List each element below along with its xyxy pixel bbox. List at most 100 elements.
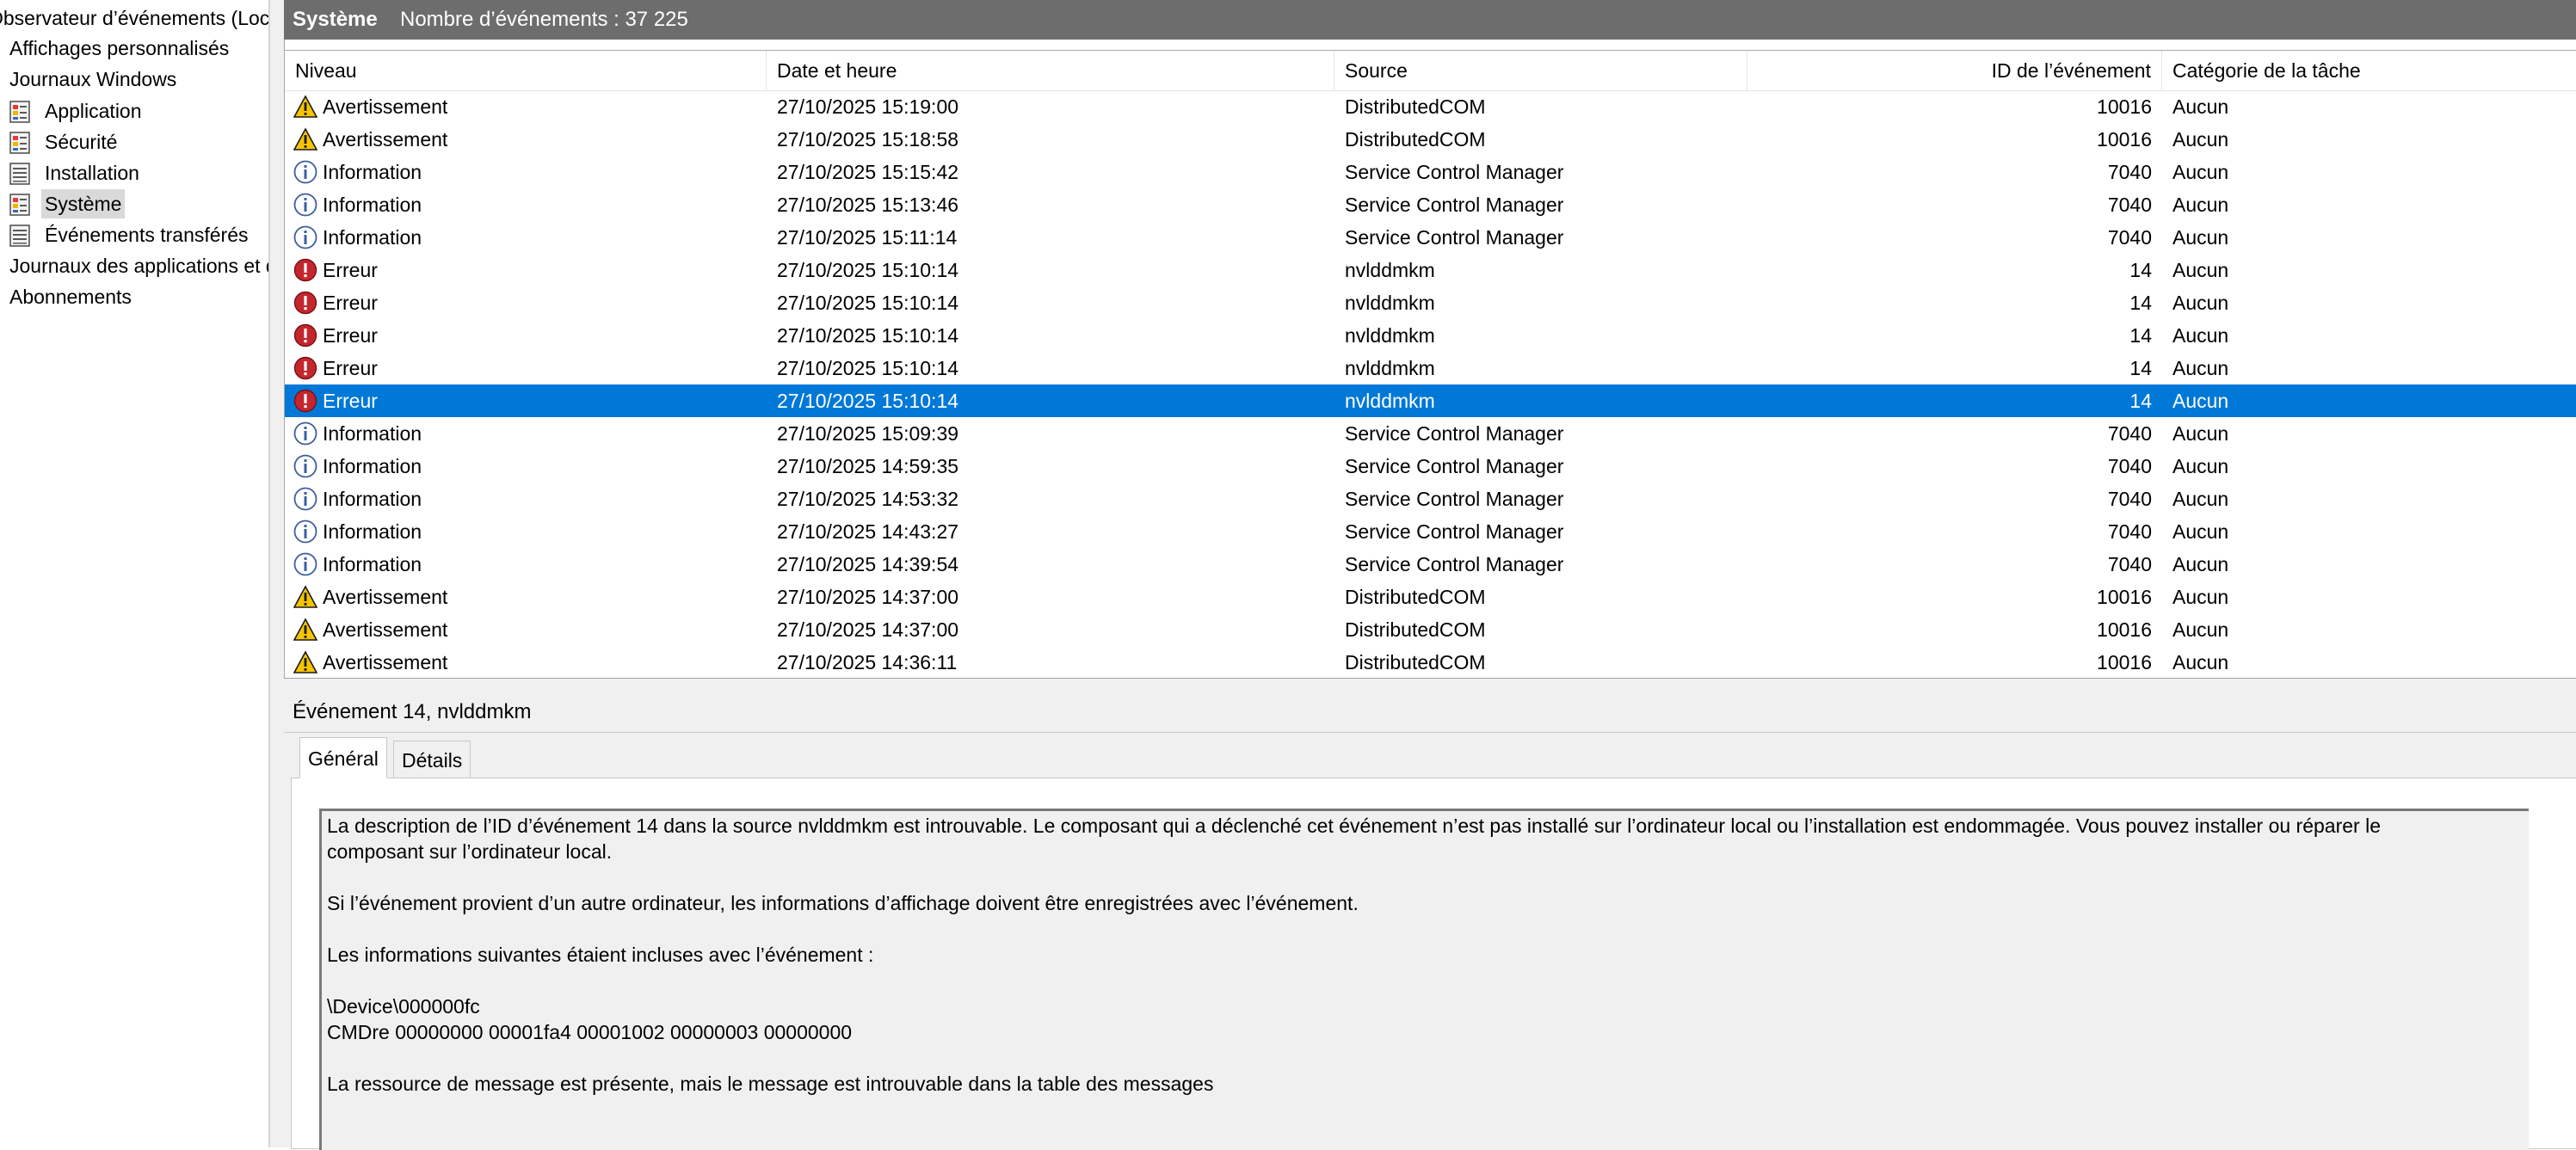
warning-icon (293, 618, 318, 642)
cell-event-id: 14 (2129, 357, 2152, 379)
table-row-selected[interactable]: Erreur 27/10/2025 15:10:14 nvlddmkm 14 Aucun (285, 384, 2576, 417)
tree-item-system[interactable]: Système (9, 189, 267, 218)
error-icon (293, 389, 317, 413)
info-icon (293, 225, 317, 249)
cell-source: Service Control Manager (1345, 520, 1564, 543)
table-row[interactable]: Avertissement 27/10/2025 14:37:00 Distribu… (285, 581, 2576, 613)
cell-date: 27/10/2025 14:36:11 (777, 651, 958, 673)
table-row[interactable]: Information 27/10/2025 14:59:35 Service Co… (285, 450, 2576, 483)
tree-item-forwarded-events[interactable]: Événements transférés (9, 220, 267, 249)
tree-item-application[interactable]: Application (9, 96, 267, 126)
info-icon (293, 193, 317, 217)
cell-event-id: 10016 (2097, 651, 2152, 673)
cell-level: Avertissement (323, 128, 448, 151)
column-header-event-id[interactable]: ID de l’événement (1747, 51, 2162, 90)
description-line: La ressource de message est présente, ma… (327, 1073, 1214, 1095)
cell-source: nvlddmkm (1345, 390, 1435, 412)
navigation-tree: Observateur d’événements (Local) Afficha… (0, 0, 269, 1147)
table-row[interactable]: Information 27/10/2025 14:39:54 Service Co… (285, 548, 2576, 581)
cell-level: Erreur (323, 292, 378, 314)
tab-general[interactable]: Général (299, 737, 387, 778)
log-file-icon (9, 101, 30, 123)
event-detail-title: Événement 14, nvlddmkm (293, 700, 532, 723)
column-header-level[interactable]: Niveau (285, 51, 767, 90)
pane-splitter-horizontal[interactable] (284, 678, 2576, 692)
cell-level: Avertissement (323, 618, 448, 641)
cell-level: Information (323, 488, 422, 510)
table-row[interactable]: Avertissement 27/10/2025 15:19:00 Distribu… (285, 90, 2576, 123)
event-detail-pane: Événement 14, nvlddmkm Général Détails L… (284, 691, 2576, 1150)
tree-item-label: Journaux des applications et de services (9, 255, 268, 277)
cell-date: 27/10/2025 15:15:42 (777, 161, 959, 183)
cell-task-category: Aucun (2172, 390, 2229, 412)
cell-event-id: 14 (2129, 292, 2152, 314)
table-row[interactable]: Information 27/10/2025 15:09:39 Service Co… (285, 417, 2576, 450)
cell-date: 27/10/2025 14:59:35 (777, 455, 959, 477)
table-row[interactable]: Erreur 27/10/2025 15:10:14 nvlddmkm 14 Aucun (285, 254, 2576, 286)
cell-source: nvlddmkm (1345, 292, 1435, 314)
cell-level: Information (323, 520, 422, 543)
cell-source: Service Control Manager (1345, 422, 1564, 445)
description-line: CMDre 00000000 00001fa4 00001002 0000000… (327, 1021, 853, 1043)
table-row[interactable]: Avertissement 27/10/2025 14:36:11 Distribu… (285, 646, 2576, 679)
column-header-date[interactable]: Date et heure (767, 51, 1334, 90)
cell-date: 27/10/2025 15:11:14 (777, 226, 958, 249)
cell-task-category: Aucun (2172, 618, 2229, 641)
table-row[interactable]: Information 27/10/2025 15:13:46 Service Co… (285, 188, 2576, 221)
table-row[interactable]: Erreur 27/10/2025 15:10:14 nvlddmkm 14 Aucun (285, 352, 2576, 384)
tree-item-windows-logs[interactable]: Journaux Windows (5, 65, 180, 94)
event-count: Nombre d’événements : 37 225 (400, 8, 688, 31)
cell-task-category: Aucun (2172, 95, 2229, 118)
cell-task-category: Aucun (2172, 553, 2229, 575)
cell-level: Information (323, 455, 422, 477)
table-header: Niveau Date et heure Source ID de l’évén… (285, 51, 2576, 91)
tree-item-subscriptions[interactable]: Abonnements (5, 282, 135, 311)
table-row[interactable]: Information 27/10/2025 15:15:42 Service Co… (285, 156, 2576, 188)
table-row[interactable]: Avertissement 27/10/2025 15:18:58 Distribu… (285, 123, 2576, 156)
info-icon (293, 160, 317, 184)
cell-event-id: 7040 (2107, 161, 2152, 183)
cell-date: 27/10/2025 15:10:14 (777, 292, 959, 314)
cell-source: DistributedCOM (1345, 618, 1486, 641)
column-header-source[interactable]: Source (1334, 51, 1747, 90)
cell-task-category: Aucun (2172, 128, 2229, 151)
column-header-task-category[interactable]: Catégorie de la tâche (2162, 51, 2576, 90)
cell-task-category: Aucun (2172, 586, 2229, 608)
warning-icon (293, 585, 318, 609)
tree-item-security[interactable]: Sécurité (9, 127, 267, 157)
cell-event-id: 14 (2129, 390, 2152, 412)
tree-item-app-service-logs[interactable]: Journaux des applications et de services (5, 251, 268, 280)
cell-level: Information (323, 226, 422, 249)
tree-item-custom-views[interactable]: Affichages personnalisés (5, 34, 232, 63)
table-row[interactable]: Information 27/10/2025 15:11:14 Service Co… (285, 221, 2576, 254)
table-row[interactable]: Erreur 27/10/2025 15:10:14 nvlddmkm 14 Aucun (285, 319, 2576, 352)
cell-event-id: 14 (2129, 324, 2152, 347)
cell-source: Service Control Manager (1345, 488, 1564, 510)
cell-source: Service Control Manager (1345, 194, 1564, 216)
tree-item-setup[interactable]: Installation (9, 158, 267, 188)
tree-item-label: Journaux Windows (9, 68, 177, 90)
tree-item-label: Sécurité (45, 131, 118, 153)
pane-splitter-vertical[interactable] (269, 0, 285, 1147)
table-row[interactable]: Information 27/10/2025 14:53:32 Service Co… (285, 483, 2576, 515)
table-row[interactable]: Information 27/10/2025 14:43:27 Service Co… (285, 515, 2576, 548)
info-icon (293, 520, 317, 544)
tab-details[interactable]: Détails (393, 741, 471, 778)
event-description-box[interactable] (319, 809, 2529, 1150)
tree-item-label: Événements transférés (45, 224, 249, 246)
cell-date: 27/10/2025 14:43:27 (777, 520, 959, 543)
cell-event-id: 7040 (2107, 226, 2152, 249)
cell-task-category: Aucun (2172, 259, 2229, 281)
cell-task-category: Aucun (2172, 455, 2229, 477)
cell-source: DistributedCOM (1345, 95, 1486, 118)
cell-source: nvlddmkm (1345, 357, 1435, 379)
cell-source: Service Control Manager (1345, 455, 1564, 477)
cell-task-category: Aucun (2172, 488, 2229, 510)
table-row[interactable]: Avertissement 27/10/2025 14:37:00 Distribu… (285, 613, 2576, 646)
cell-task-category: Aucun (2172, 226, 2229, 249)
table-row[interactable]: Erreur 27/10/2025 15:10:14 nvlddmkm 14 Aucun (285, 286, 2576, 319)
cell-source: nvlddmkm (1345, 259, 1435, 281)
tree-root[interactable]: Observateur d’événements (Local) (0, 3, 268, 33)
cell-task-category: Aucun (2172, 194, 2229, 216)
description-line: Les informations suivantes étaient inclu… (327, 944, 874, 966)
